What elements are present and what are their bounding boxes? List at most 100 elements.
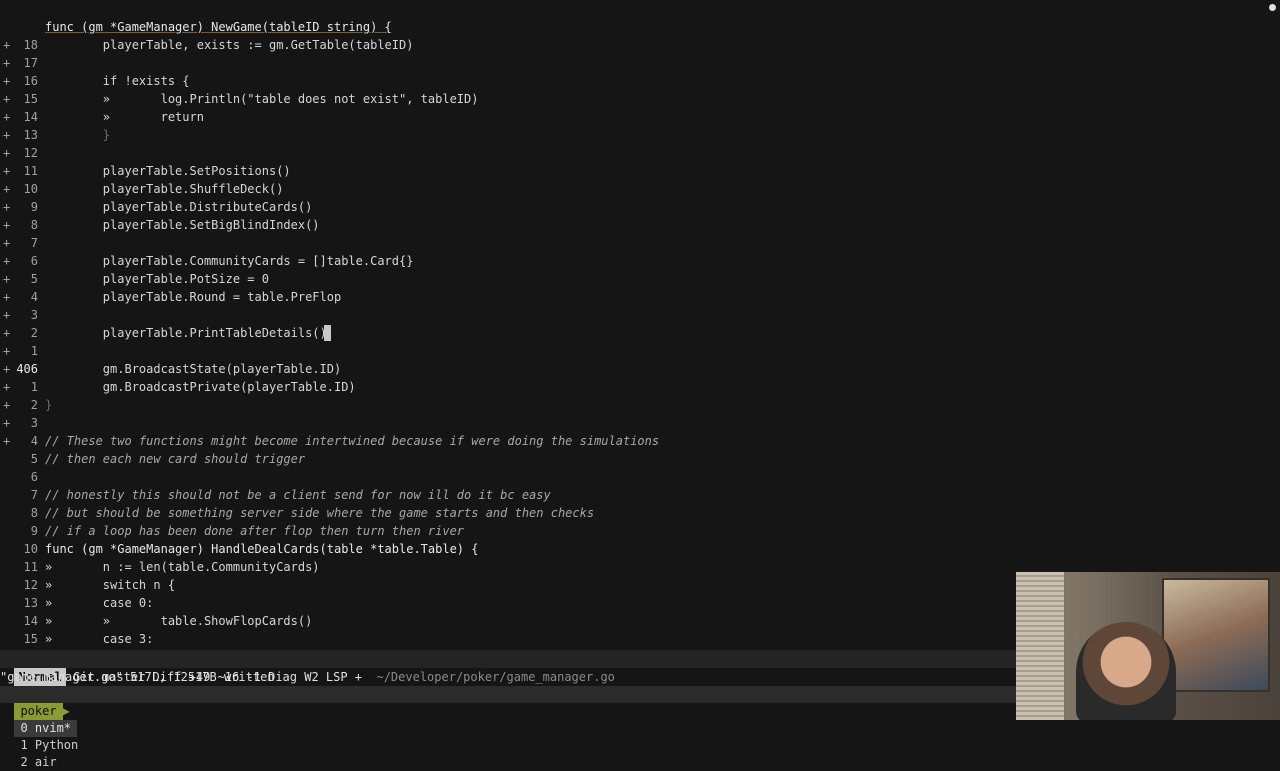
code-line[interactable]: 9 // honestly this should not be a clien… xyxy=(0,486,1280,538)
gutter: 13 xyxy=(0,558,42,610)
code-text: » switch n { xyxy=(45,578,176,592)
gutter: 15 xyxy=(0,594,42,646)
gutter: + 11 xyxy=(0,126,42,178)
gutter: + 8 xyxy=(0,180,42,232)
gutter: + 3 xyxy=(0,270,42,322)
code-line[interactable]: + 10 xyxy=(0,144,1280,196)
gutter: 16 xyxy=(0,612,42,630)
code-line[interactable]: + 2 gm.BroadcastState(playerTable.ID) xyxy=(0,360,1280,412)
gutter: + 1 xyxy=(0,306,42,358)
gutter: 10 xyxy=(0,504,42,556)
code-line[interactable]: 10 // but should be something server sid… xyxy=(0,504,1280,556)
code-line[interactable]: 12 func (gm *GameManager) HandleDealCard… xyxy=(0,540,1280,592)
code-text: func (gm *GameManager) HandleDealCards(t… xyxy=(45,542,479,556)
code-line[interactable]: + 3 gm.BroadcastPrivate(playerTable.ID) xyxy=(0,378,1280,430)
gutter: + 15 xyxy=(0,54,42,106)
code-line[interactable]: + 16 playerTable, exists := gm.GetTable(… xyxy=(0,36,1280,88)
gutter: + 10 xyxy=(0,144,42,196)
scroll-indicator-icon xyxy=(1269,4,1276,11)
code-line[interactable]: + 5 xyxy=(0,414,1280,466)
code-text: } xyxy=(45,128,111,142)
gutter: + 3 xyxy=(0,378,42,430)
code-text: } xyxy=(45,398,53,412)
code-text: func (gm *GameManager) NewGame(tableID s… xyxy=(45,20,392,34)
code-line[interactable]: + 4 } xyxy=(0,396,1280,448)
gutter: 14 xyxy=(0,576,42,628)
code-line[interactable]: + 4 playerTable.CommunityCards = []table… xyxy=(0,252,1280,304)
gutter: 6 xyxy=(0,432,42,484)
gutter: + 4 xyxy=(0,396,42,448)
gutter: + 12 xyxy=(0,108,42,160)
gutter: 9 xyxy=(0,486,42,538)
powerline-arrow-icon: ▶ xyxy=(62,704,70,718)
code-line[interactable]: + 9 playerTable.SetPositions() xyxy=(0,162,1280,214)
gutter: + 6 xyxy=(0,216,42,268)
streamer-figure xyxy=(1076,622,1176,720)
gutter: + 2 xyxy=(0,288,42,340)
code-line[interactable]: + 3 playerTable.PotSize = 0 xyxy=(0,270,1280,322)
tmux-session-name[interactable]: poker xyxy=(14,703,63,720)
tmux-window-python[interactable]: 1 Python xyxy=(14,737,84,754)
code-line[interactable]: + 6 playerTable.SetBigBlindIndex() xyxy=(0,216,1280,268)
code-text: » n := len(table.CommunityCards) xyxy=(45,560,320,574)
code-line[interactable]: 8 xyxy=(0,468,1280,520)
code-text: playerTable.CommunityCards = []table.Car… xyxy=(45,254,414,268)
code-text: » » table.ShowFlopCards() xyxy=(45,614,313,628)
code-line[interactable]: 11 // if a loop has been done after flop… xyxy=(0,522,1280,574)
code-line[interactable]: + 11 } xyxy=(0,126,1280,178)
code-text: playerTable.DistributeCards() xyxy=(45,200,313,214)
code-line[interactable]: + 7 playerTable.DistributeCards() xyxy=(0,198,1280,250)
code-line[interactable]: 6 // These two functions might become in… xyxy=(0,432,1280,484)
gutter: 18 xyxy=(0,0,42,52)
code-text: playerTable, exists := gm.GetTable(table… xyxy=(45,38,414,52)
code-text: » case 3: xyxy=(45,632,154,646)
gutter: + 17 xyxy=(0,18,42,70)
tmux-window-nvim[interactable]: 0 nvim* xyxy=(14,720,78,737)
gutter: + 5 xyxy=(0,234,42,286)
gutter: + 2 xyxy=(0,360,42,412)
webcam-overlay xyxy=(1016,572,1280,720)
gutter: 12 xyxy=(0,540,42,592)
code-line[interactable]: 7 // then each new card should trigger xyxy=(0,450,1280,502)
code-line[interactable]: + 14 if !exists { xyxy=(0,72,1280,124)
current-code-line[interactable]: + 406 playerTable.PrintTableDetails() xyxy=(0,324,1280,376)
window-blinds xyxy=(1016,572,1064,720)
gutter: + 5 xyxy=(0,414,42,466)
code-line[interactable]: + 2 playerTable.Round = table.PreFlop xyxy=(0,288,1280,340)
code-text: playerTable.PotSize = 0 xyxy=(45,272,269,286)
code-line[interactable]: + 13 » log.Println("table does not exist… xyxy=(0,90,1280,142)
code-line[interactable]: + 12 » return xyxy=(0,108,1280,160)
gutter: + 13 xyxy=(0,90,42,142)
gutter: 7 xyxy=(0,450,42,502)
code-comment: // if a loop has been done after flop th… xyxy=(45,524,465,538)
code-text: » return xyxy=(45,110,204,124)
gutter: + 7 xyxy=(0,198,42,250)
gutter: 17 xyxy=(0,630,42,648)
code-comment: // then each new card should trigger xyxy=(45,452,306,466)
code-line[interactable]: + 1 xyxy=(0,342,1280,394)
gutter: 8 xyxy=(0,468,42,520)
gutter: + 9 xyxy=(0,162,42,214)
code-line[interactable]: + 8 playerTable.ShuffleDeck() xyxy=(0,180,1280,232)
code-line[interactable]: + 1 xyxy=(0,306,1280,358)
code-comment: // but should be something server side w… xyxy=(45,506,595,520)
code-line[interactable]: + 5 xyxy=(0,234,1280,286)
text-cursor xyxy=(324,325,331,341)
code-line[interactable]: + 15 xyxy=(0,54,1280,106)
gutter: + 406 xyxy=(0,324,42,376)
code-text: gm.BroadcastPrivate(playerTable.ID) xyxy=(45,380,356,394)
code-editor[interactable]: 18 + 17 func (gm *GameManager) NewGame(t… xyxy=(0,0,1280,650)
code-text: playerTable.ShuffleDeck() xyxy=(45,182,284,196)
code-line[interactable]: + 17 func (gm *GameManager) NewGame(tabl… xyxy=(0,18,1280,70)
code-text: playerTable.Round = table.PreFlop xyxy=(45,290,342,304)
code-comment: // These two functions might become inte… xyxy=(45,434,660,448)
code-text: » case 0: xyxy=(45,596,154,610)
code-line[interactable]: 18 xyxy=(0,0,1280,52)
tmux-window-air[interactable]: 2 air xyxy=(14,754,62,771)
code-text: playerTable.SetPositions() xyxy=(45,164,291,178)
code-text: playerTable.PrintTableDetails() xyxy=(45,326,327,340)
gutter: + 4 xyxy=(0,252,42,304)
code-text: playerTable.SetBigBlindIndex() xyxy=(45,218,320,232)
gutter: + 1 xyxy=(0,342,42,394)
code-text: if !exists { xyxy=(45,74,190,88)
